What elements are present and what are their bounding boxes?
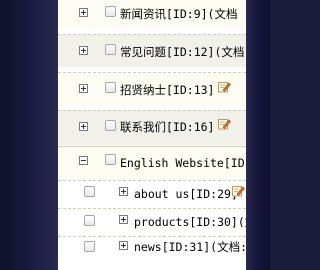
row-checkbox[interactable] bbox=[105, 154, 116, 165]
edit-icon[interactable] bbox=[232, 185, 245, 197]
expand-plus-icon[interactable] bbox=[79, 8, 88, 17]
category-label[interactable]: news[ID:31](文档: bbox=[134, 240, 246, 254]
tree-row-faq[interactable]: 常见问题[ID:12](文档 bbox=[58, 34, 246, 67]
backdrop-right bbox=[246, 0, 270, 270]
tree-row-about-us[interactable]: about us[ID:29] bbox=[58, 180, 246, 207]
tree-row-news-en[interactable]: news[ID:31](文档: bbox=[58, 236, 246, 265]
backdrop-left bbox=[0, 0, 58, 270]
row-checkbox[interactable] bbox=[105, 120, 116, 131]
category-label[interactable]: 新闻资讯[ID:9](文档 bbox=[120, 7, 237, 21]
tree-row-products[interactable]: products[ID:30](文 bbox=[58, 208, 246, 235]
tree-row-contact[interactable]: 联系我们[ID:16] bbox=[58, 110, 246, 145]
category-label[interactable]: 联系我们[ID:16] bbox=[120, 120, 214, 134]
category-label[interactable]: products[ID:30](文 bbox=[134, 215, 246, 229]
category-label[interactable]: English Website[ID:2 bbox=[120, 156, 246, 170]
edit-icon[interactable] bbox=[218, 118, 231, 130]
category-tree-panel: 新闻资讯[ID:9](文档 常见问题[ID:12](文档 招贤纳士[ID:13]… bbox=[58, 0, 246, 270]
tree-row-english-website[interactable]: English Website[ID:2 bbox=[58, 146, 246, 177]
expand-plus-icon[interactable] bbox=[119, 187, 128, 196]
row-checkbox[interactable] bbox=[105, 6, 116, 17]
expand-plus-icon[interactable] bbox=[79, 122, 88, 131]
expand-plus-icon[interactable] bbox=[119, 241, 128, 250]
tree-row-jobs[interactable]: 招贤纳士[ID:13] bbox=[58, 72, 246, 105]
row-checkbox[interactable] bbox=[84, 186, 95, 197]
edit-icon[interactable] bbox=[218, 81, 231, 93]
row-checkbox[interactable] bbox=[84, 215, 95, 226]
expand-plus-icon[interactable] bbox=[79, 46, 88, 55]
category-label[interactable]: 常见问题[ID:12](文档 bbox=[120, 45, 244, 59]
collapse-minus-icon[interactable] bbox=[79, 156, 88, 165]
tree-row-news[interactable]: 新闻资讯[ID:9](文档 bbox=[58, 0, 246, 28]
row-checkbox[interactable] bbox=[105, 82, 116, 93]
category-label[interactable]: about us[ID:29] bbox=[134, 187, 238, 201]
row-checkbox[interactable] bbox=[105, 44, 116, 55]
category-label[interactable]: 招贤纳士[ID:13] bbox=[120, 83, 214, 97]
expand-plus-icon[interactable] bbox=[119, 215, 128, 224]
expand-plus-icon[interactable] bbox=[79, 84, 88, 93]
row-checkbox[interactable] bbox=[84, 241, 95, 252]
